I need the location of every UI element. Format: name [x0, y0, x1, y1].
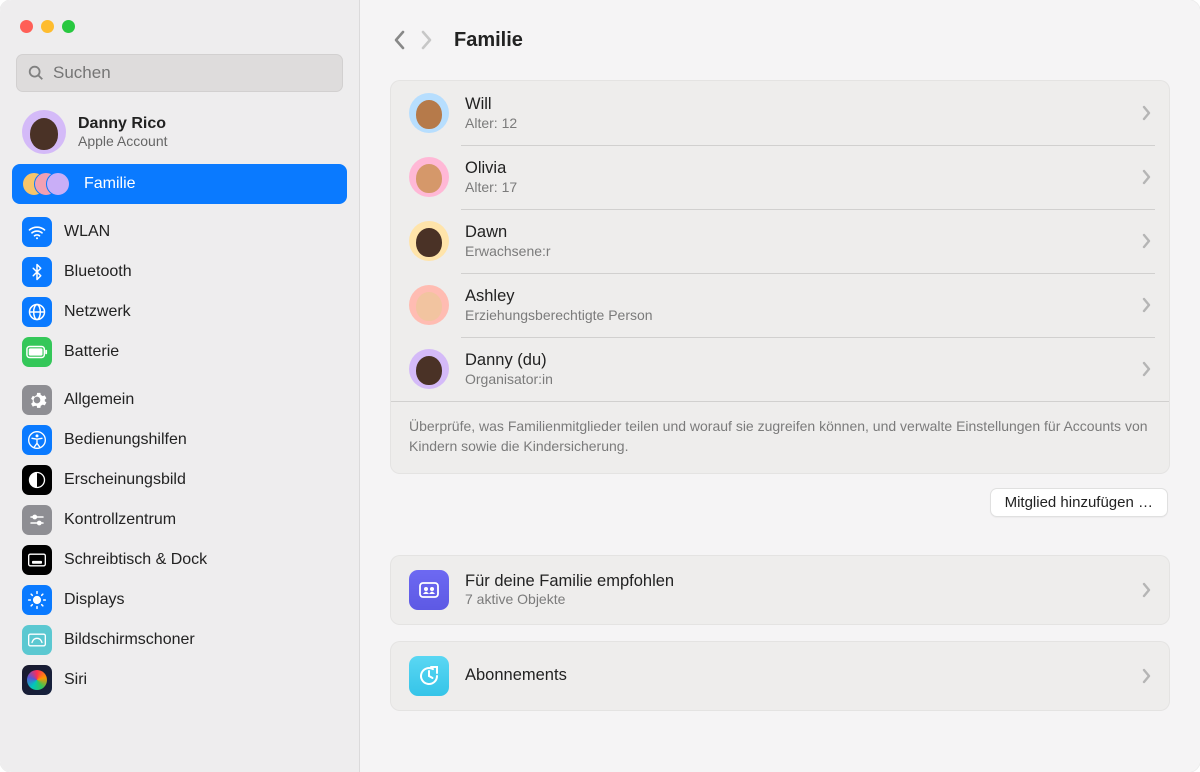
sidebar-item-siri[interactable]: Siri [12, 660, 347, 700]
sidebar-item-label: WLAN [64, 223, 110, 241]
sidebar-item-screensaver[interactable]: Bildschirmschoner [12, 620, 347, 660]
sidebar-item-general[interactable]: Allgemein [12, 380, 347, 420]
globe-icon [22, 297, 52, 327]
sidebar-item-bluetooth[interactable]: Bluetooth [12, 252, 347, 292]
chevron-right-icon [1142, 169, 1151, 185]
recommended-title: Für deine Familie empfohlen [465, 571, 1126, 592]
brightness-icon [22, 585, 52, 615]
member-row[interactable]: Ashley Erziehungsberechtigte Person [391, 273, 1169, 337]
sidebar-item-label: Batterie [64, 343, 119, 361]
account-subtitle: Apple Account [78, 133, 168, 149]
sidebar-list: Familie WLAN Bluetooth Netzwerk [0, 164, 359, 772]
account-avatar [22, 110, 66, 154]
member-row[interactable]: Dawn Erwachsene:r [391, 209, 1169, 273]
sliders-icon [22, 505, 52, 535]
sidebar-item-label: Displays [64, 591, 124, 609]
chevron-right-icon [1142, 668, 1151, 684]
search-input[interactable] [53, 63, 332, 83]
back-button[interactable] [392, 29, 406, 51]
chevron-right-icon [1142, 361, 1151, 377]
member-avatar [409, 157, 449, 197]
member-subtitle: Alter: 12 [465, 115, 1126, 133]
search-icon [27, 64, 45, 82]
sidebar-item-wlan[interactable]: WLAN [12, 212, 347, 252]
sidebar-item-label: Familie [84, 175, 136, 193]
window-controls [0, 0, 359, 52]
content-header: Familie [360, 0, 1200, 80]
member-avatar [409, 93, 449, 133]
member-name: Danny (du) [465, 350, 1126, 371]
recommended-card: Für deine Familie empfohlen 7 aktive Obj… [390, 555, 1170, 625]
sidebar: Danny Rico Apple Account Familie WLAN [0, 0, 360, 772]
settings-window: Danny Rico Apple Account Familie WLAN [0, 0, 1200, 772]
sidebar-item-label: Bedienungshilfen [64, 431, 187, 449]
member-subtitle: Alter: 17 [465, 179, 1126, 197]
account-name: Danny Rico [78, 115, 168, 133]
member-subtitle: Erwachsene:r [465, 243, 1126, 261]
battery-icon [22, 337, 52, 367]
sidebar-item-label: Netzwerk [64, 303, 131, 321]
close-window-button[interactable] [20, 20, 33, 33]
zoom-window-button[interactable] [62, 20, 75, 33]
sidebar-item-control-center[interactable]: Kontrollzentrum [12, 500, 347, 540]
sidebar-item-network[interactable]: Netzwerk [12, 292, 347, 332]
forward-button[interactable] [420, 29, 434, 51]
member-avatar [409, 349, 449, 389]
sidebar-item-label: Schreibtisch & Dock [64, 551, 207, 569]
sidebar-item-accessibility[interactable]: Bedienungshilfen [12, 420, 347, 460]
sidebar-item-label: Allgemein [64, 391, 134, 409]
content-pane: Familie Will Alter: 12 Olivia Alter: 1 [360, 0, 1200, 772]
member-name: Will [465, 94, 1126, 115]
appearance-icon [22, 465, 52, 495]
siri-icon [22, 665, 52, 695]
member-avatar [409, 285, 449, 325]
member-row[interactable]: Will Alter: 12 [391, 81, 1169, 145]
chevron-right-icon [1142, 582, 1151, 598]
accessibility-icon [22, 425, 52, 455]
member-name: Olivia [465, 158, 1126, 179]
sidebar-item-displays[interactable]: Displays [12, 580, 347, 620]
wifi-icon [22, 217, 52, 247]
family-recommendations-icon [409, 570, 449, 610]
sidebar-item-family[interactable]: Familie [12, 164, 347, 204]
recommended-row[interactable]: Für deine Familie empfohlen 7 aktive Obj… [391, 556, 1169, 624]
family-avatars-icon [22, 168, 72, 200]
sidebar-item-label: Erscheinungsbild [64, 471, 186, 489]
bluetooth-icon [22, 257, 52, 287]
chevron-right-icon [1142, 233, 1151, 249]
subscriptions-icon [409, 656, 449, 696]
gear-icon [22, 385, 52, 415]
member-subtitle: Organisator:in [465, 371, 1126, 389]
member-name: Ashley [465, 286, 1126, 307]
family-members-card: Will Alter: 12 Olivia Alter: 17 [390, 80, 1170, 474]
subscriptions-title: Abonnements [465, 665, 1126, 686]
sidebar-item-label: Kontrollzentrum [64, 511, 176, 529]
chevron-right-icon [1142, 297, 1151, 313]
add-member-button[interactable]: Mitglied hinzufügen … [990, 488, 1168, 517]
subscriptions-row[interactable]: Abonnements [391, 642, 1169, 710]
member-avatar [409, 221, 449, 261]
members-footer-text: Überprüfe, was Familienmitglieder teilen… [391, 401, 1169, 473]
sidebar-item-appearance[interactable]: Erscheinungsbild [12, 460, 347, 500]
page-title: Familie [454, 29, 523, 52]
sidebar-item-desktop-dock[interactable]: Schreibtisch & Dock [12, 540, 347, 580]
subscriptions-card: Abonnements [390, 641, 1170, 711]
member-row[interactable]: Danny (du) Organisator:in [391, 337, 1169, 401]
minimize-window-button[interactable] [41, 20, 54, 33]
dock-icon [22, 545, 52, 575]
member-subtitle: Erziehungsberechtigte Person [465, 307, 1126, 325]
recommended-subtitle: 7 aktive Objekte [465, 591, 1126, 609]
sidebar-item-label: Siri [64, 671, 87, 689]
sidebar-item-label: Bildschirmschoner [64, 631, 195, 649]
sidebar-item-account[interactable]: Danny Rico Apple Account [0, 102, 359, 164]
chevron-right-icon [1142, 105, 1151, 121]
search-field[interactable] [16, 54, 343, 92]
member-name: Dawn [465, 222, 1126, 243]
sidebar-item-battery[interactable]: Batterie [12, 332, 347, 372]
sidebar-item-label: Bluetooth [64, 263, 132, 281]
member-row[interactable]: Olivia Alter: 17 [391, 145, 1169, 209]
screensaver-icon [22, 625, 52, 655]
